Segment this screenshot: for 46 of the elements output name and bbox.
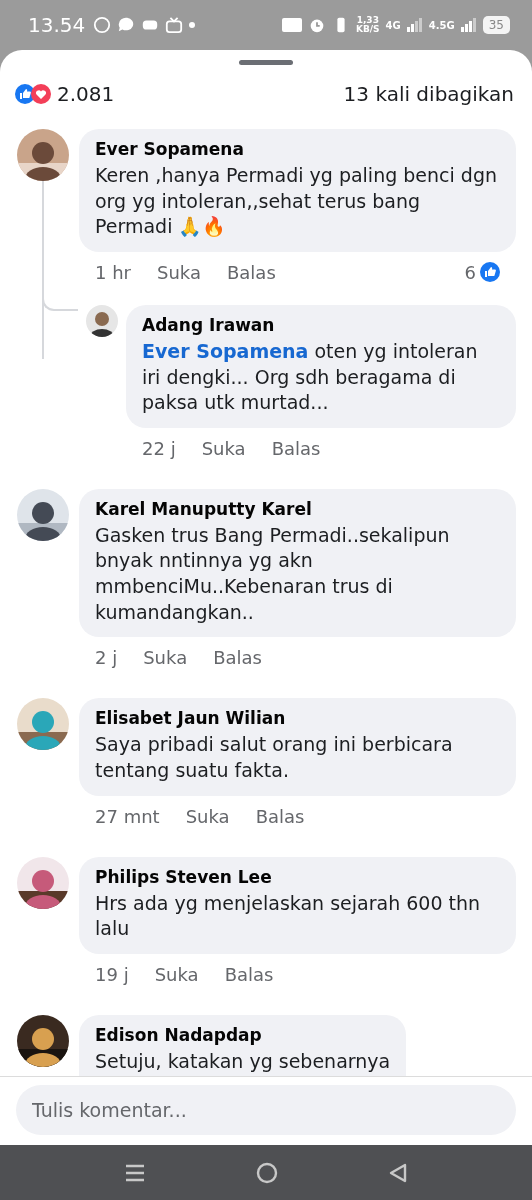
comment-input[interactable]: Tulis komentar...	[16, 1085, 516, 1135]
comment-time: 22 j	[142, 437, 176, 459]
reaction-count[interactable]: 2.081	[57, 82, 115, 106]
comment-text: Gasken trus Bang Permadi..sekalipun bnyak nntinnya yg akn mmbenciMu..Kebenaran trus di kumandangkan..	[95, 522, 451, 625]
menu-icon[interactable]	[125, 1163, 146, 1182]
comment-time: 2 j	[95, 647, 118, 669]
comment-text: Keren ,hanya Permadi yg paling benci dgn org yg intoleran,,sehat terus bang Permadi 🙏🔥	[95, 163, 498, 240]
like-link[interactable]: Suka	[157, 261, 201, 283]
commenter-name[interactable]: Edison Nadapdap	[95, 1024, 391, 1045]
share-count[interactable]: 13 kali dibagikan	[343, 82, 514, 106]
commenter-name[interactable]: Adang Irawan	[142, 314, 500, 335]
commenter-name[interactable]: Elisabet Jaun Wilian	[95, 708, 500, 729]
commenter-name[interactable]: Karel Manuputty Karel	[95, 498, 500, 519]
comment-text: Hrs ada yg menjelaskan sejarah 600 thn lalu	[95, 890, 482, 942]
comment-text: Ever Sopamena oten yg intoleran iri dengki... Org sdh beragama di paksa utk murtad...	[142, 338, 479, 416]
comment-time: 19 j	[95, 963, 129, 985]
home-icon[interactable]	[256, 1161, 278, 1184]
commenter-name[interactable]: Ever Sopamena	[95, 139, 500, 159]
reply-link[interactable]: Balas	[271, 437, 321, 459]
like-count: 6	[464, 261, 476, 283]
reply-link[interactable]: Balas	[226, 261, 276, 283]
dot-icon	[189, 22, 196, 28]
message-icon	[117, 16, 136, 34]
status-time: 13.54	[28, 13, 86, 37]
comment-text: Saya pribadi salut orang ini berbicara tentang suatu fakta.	[95, 732, 454, 784]
drag-handle[interactable]	[239, 60, 293, 65]
commenter-name[interactable]: Philips Steven Lee	[95, 866, 500, 887]
comment-time: 27 mnt	[95, 805, 160, 827]
like-link[interactable]: Suka	[154, 963, 199, 985]
comment-time: 1 hr	[95, 261, 131, 283]
signal-icon	[406, 18, 423, 32]
like-link[interactable]: Suka	[143, 647, 188, 669]
network-speed: 1,33 KB/S	[356, 16, 380, 34]
back-icon[interactable]	[388, 1162, 407, 1183]
like-link[interactable]: Suka	[201, 437, 246, 459]
battery-indicator: 35	[482, 16, 510, 34]
like-icon	[480, 262, 500, 283]
tv-icon	[165, 16, 184, 34]
network-label: 4.5G	[428, 19, 455, 31]
signal-icon	[460, 18, 477, 32]
reply-link[interactable]: Balas	[213, 647, 262, 669]
comment-text: Setuju, katakan yg sebenarnya	[95, 1048, 391, 1074]
reply-link[interactable]: Balas	[224, 963, 274, 985]
network-label: 4G	[385, 19, 401, 31]
like-link[interactable]: Suka	[185, 805, 230, 827]
reply-link[interactable]: Balas	[255, 805, 305, 827]
